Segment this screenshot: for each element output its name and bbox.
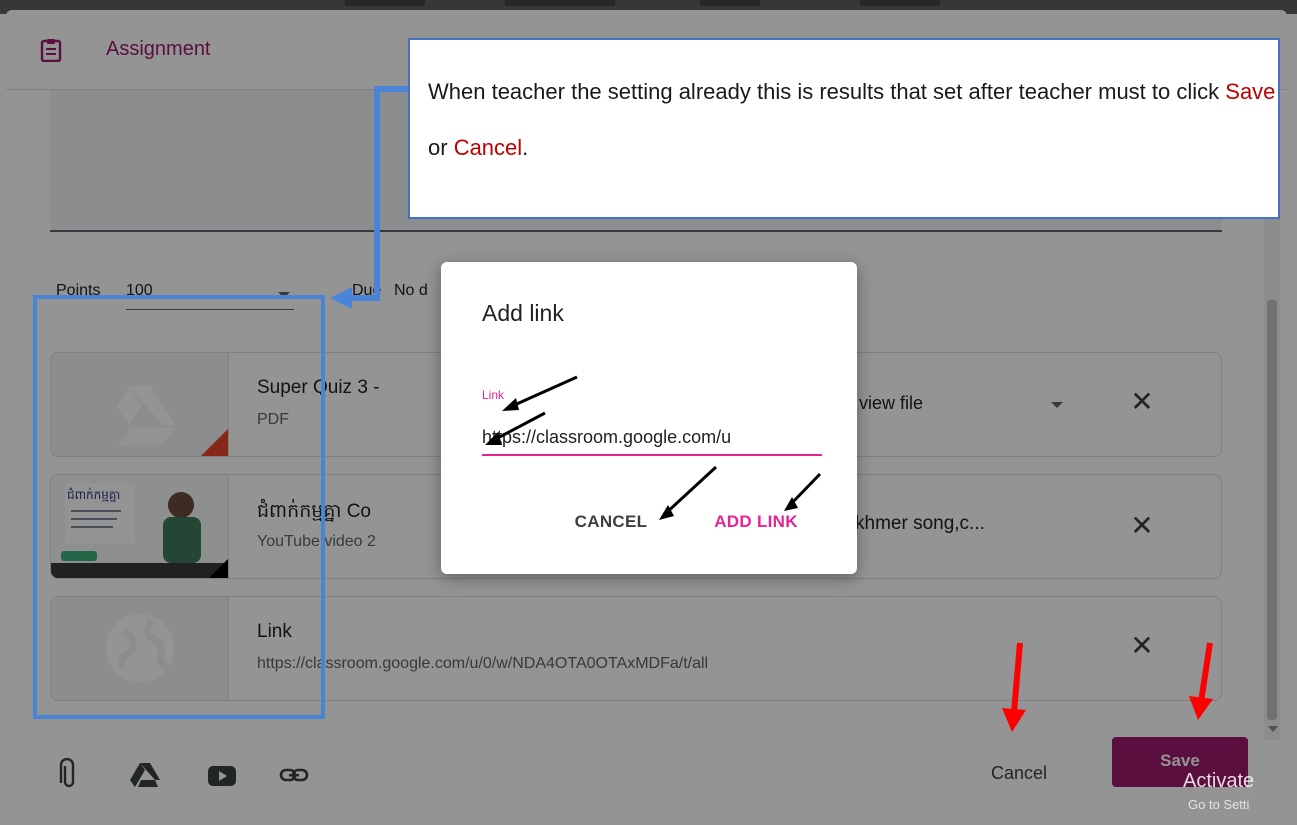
add-link-title: Add link	[482, 300, 564, 326]
link-field-label: Link	[482, 388, 505, 402]
add-link-cancel-button[interactable]: CANCEL	[559, 512, 663, 536]
screenshot-stage: Assignment Points 100 Due No d Super Qui…	[0, 0, 1297, 825]
instruction-callout: When teacher the setting already this is…	[408, 38, 1280, 219]
highlight-frame	[33, 295, 325, 719]
callout-save-word: Save	[1225, 79, 1276, 104]
add-link-dialog: Add link Link CANCEL ADD LINK	[441, 262, 857, 574]
add-link-confirm-button[interactable]: ADD LINK	[696, 512, 816, 536]
callout-text: When teacher the setting already this is…	[428, 64, 1278, 176]
activate-windows-watermark: Activate	[1183, 770, 1255, 792]
link-input[interactable]	[482, 420, 822, 456]
activate-windows-hint: Go to Setti	[1188, 797, 1250, 812]
callout-period: .	[522, 135, 529, 160]
callout-text-body: When teacher the setting already this is…	[428, 79, 1226, 104]
callout-cancel-word: Cancel	[453, 135, 523, 160]
callout-or-word: or	[428, 135, 454, 160]
